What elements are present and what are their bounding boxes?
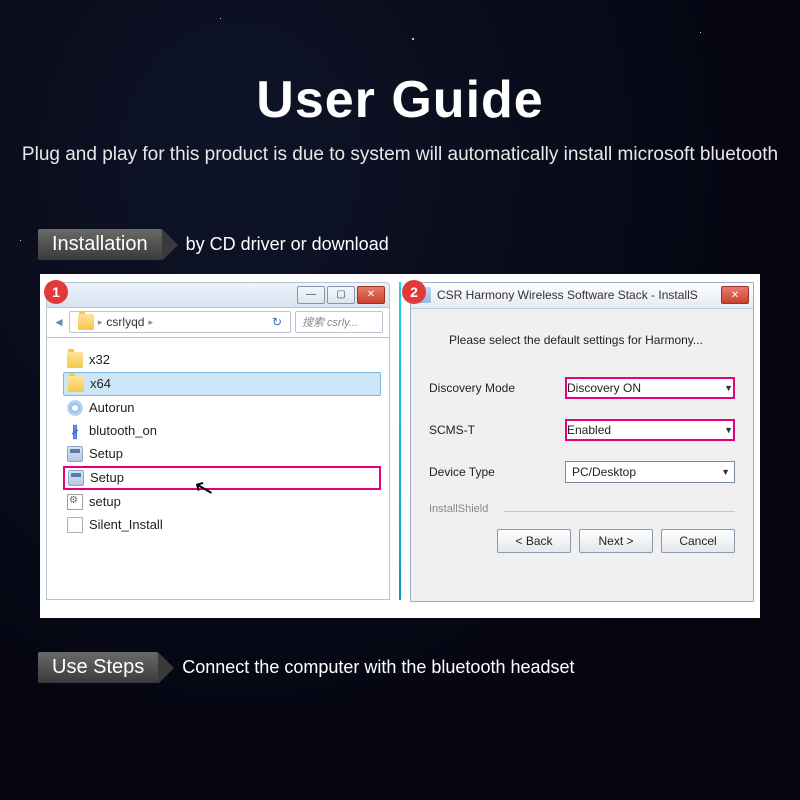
document-icon <box>67 517 83 533</box>
select-value: PC/Desktop <box>572 465 636 479</box>
list-item[interactable]: Setup <box>63 443 381 465</box>
file-name: Silent_Install <box>89 517 163 532</box>
file-name: Setup <box>89 446 123 461</box>
chevron-down-icon: ▼ <box>724 383 733 393</box>
step-badge-2: 2 <box>402 280 426 304</box>
window-title: CSR Harmony Wireless Software Stack - In… <box>437 288 698 302</box>
select-value: Discovery ON <box>567 381 641 395</box>
file-name: Setup <box>90 470 124 485</box>
setting-label: SCMS-T <box>429 423 557 437</box>
use-steps-tag: Use Steps <box>38 652 158 683</box>
setting-label: Device Type <box>429 465 557 479</box>
breadcrumb-sep: ▸ <box>98 317 103 328</box>
file-name: Autorun <box>89 400 135 415</box>
maximize-button[interactable]: ▢ <box>327 286 355 304</box>
select-value: Enabled <box>567 423 611 437</box>
installation-text: by CD driver or download <box>186 234 389 255</box>
window-titlebar: — ▢ ✕ <box>46 282 390 308</box>
installer-panel: 2 CSR Harmony Wireless Software Stack - … <box>404 282 754 600</box>
refresh-icon[interactable]: ↻ <box>272 315 282 329</box>
panel-divider <box>399 282 401 600</box>
address-bar: ◄ ▸ csrlyqd ▸ ↻ 搜索 csrly... <box>46 308 390 338</box>
setting-label: Discovery Mode <box>429 381 557 395</box>
installer-intro: Please select the default settings for H… <box>449 333 735 347</box>
folder-icon <box>78 314 94 330</box>
file-name: setup <box>89 494 121 509</box>
installer-icon <box>67 446 83 462</box>
breadcrumb[interactable]: ▸ csrlyqd ▸ ↻ <box>69 311 291 333</box>
config-icon <box>67 494 83 510</box>
list-item[interactable]: ∦ blutooth_on <box>63 420 381 442</box>
scms-t-select[interactable]: Enabled ▼ <box>565 419 735 441</box>
nav-back-icon[interactable]: ◄ <box>53 315 65 329</box>
next-button[interactable]: Next > <box>579 529 653 553</box>
list-item[interactable]: x32 <box>63 349 381 371</box>
setting-row: Discovery Mode Discovery ON ▼ <box>429 377 735 399</box>
file-list: x32 x64 Autorun ∦ blutooth_on Setup Setup… <box>46 338 390 600</box>
bluetooth-icon: ∦ <box>67 423 83 439</box>
search-input[interactable]: 搜索 csrly... <box>295 311 383 333</box>
installshield-label: InstallShield <box>429 503 735 515</box>
list-item[interactable]: x64 <box>63 372 381 396</box>
minimize-button[interactable]: — <box>297 286 325 304</box>
setting-row: Device Type PC/Desktop ▼ <box>429 461 735 483</box>
installer-titlebar: CSR Harmony Wireless Software Stack - In… <box>411 283 753 309</box>
back-button[interactable]: < Back <box>497 529 571 553</box>
discovery-mode-select[interactable]: Discovery ON ▼ <box>565 377 735 399</box>
breadcrumb-folder: csrlyqd <box>106 315 144 329</box>
list-item-highlighted[interactable]: Setup <box>63 466 381 490</box>
folder-icon <box>67 352 83 368</box>
close-button[interactable]: ✕ <box>721 286 749 304</box>
cancel-button[interactable]: Cancel <box>661 529 735 553</box>
installation-tag: Installation <box>38 229 162 260</box>
list-item[interactable]: Silent_Install <box>63 514 381 536</box>
folder-icon <box>68 376 84 392</box>
file-name: x64 <box>90 376 111 391</box>
explorer-panel: 1 — ▢ ✕ ◄ ▸ csrlyqd ▸ ↻ 搜索 csrly... <box>46 282 396 600</box>
breadcrumb-sep: ▸ <box>148 317 153 328</box>
file-name: blutooth_on <box>89 423 157 438</box>
list-item[interactable]: setup <box>63 491 381 513</box>
disc-icon <box>67 400 83 416</box>
use-steps-text: Connect the computer with the bluetooth … <box>182 657 574 678</box>
installer-icon <box>68 470 84 486</box>
chevron-down-icon: ▼ <box>724 425 733 435</box>
device-type-select[interactable]: PC/Desktop ▼ <box>565 461 735 483</box>
step-badge-1: 1 <box>44 280 68 304</box>
setting-row: SCMS-T Enabled ▼ <box>429 419 735 441</box>
chevron-down-icon: ▼ <box>721 467 730 477</box>
list-item[interactable]: Autorun <box>63 397 381 419</box>
close-button[interactable]: ✕ <box>357 286 385 304</box>
page-subtitle: Plug and play for this product is due to… <box>0 142 800 169</box>
page-title: User Guide <box>0 70 800 130</box>
file-name: x32 <box>89 352 110 367</box>
screenshot-row: 1 — ▢ ✕ ◄ ▸ csrlyqd ▸ ↻ 搜索 csrly... <box>40 274 760 618</box>
